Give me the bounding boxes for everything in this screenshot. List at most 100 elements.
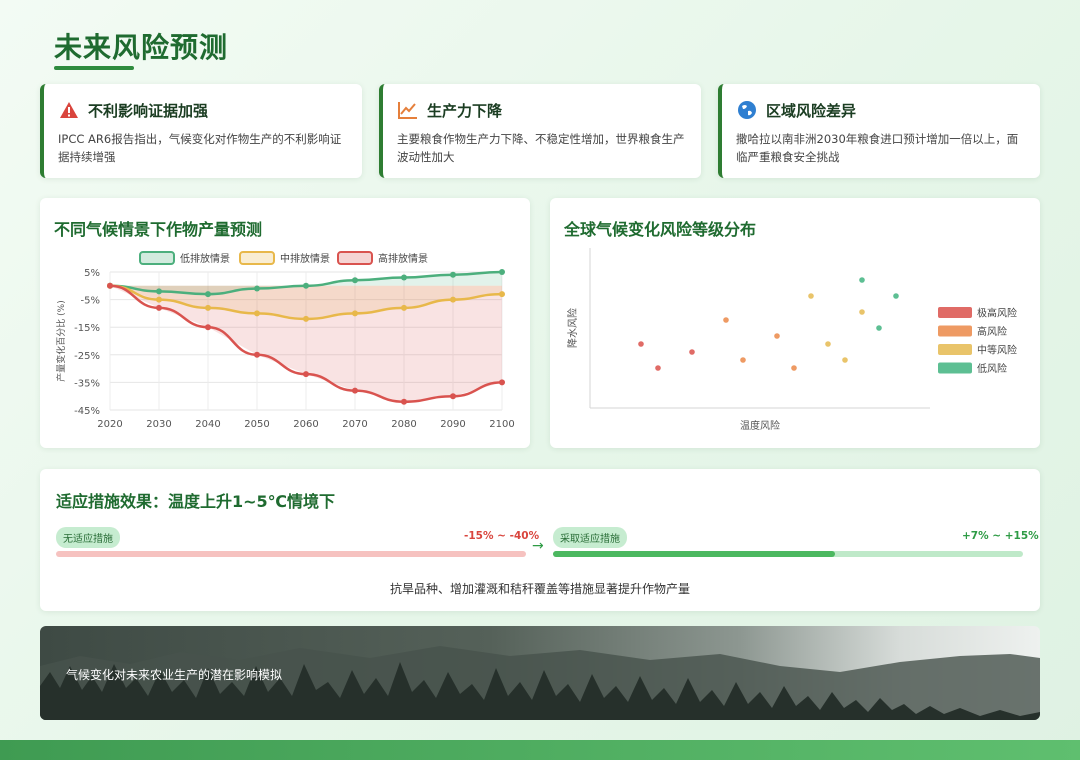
warning-icon [58, 99, 80, 121]
card-title: 生产力下降 [427, 101, 503, 120]
series-point [205, 291, 211, 298]
series-point [303, 371, 309, 378]
legend-swatch [337, 251, 373, 265]
with-adaptation-badge: 采取适应措施 [553, 527, 627, 548]
series-point [205, 304, 211, 311]
legend-label: 中等风险 [977, 344, 1017, 357]
x-tick-label: 2100 [489, 419, 514, 430]
scatter-point [808, 293, 814, 299]
series-point [352, 277, 358, 284]
scatter-point [825, 341, 831, 347]
scatter-point [859, 309, 865, 315]
x-tick-label: 2050 [244, 419, 269, 430]
series-point [352, 387, 358, 394]
legend-swatch [239, 251, 275, 265]
line-chart-card: 不同气候情景下作物产量预测 5% -5% -15% -25% -35% -45% 2020 2… [40, 198, 530, 448]
x-tick-label: 2040 [195, 419, 220, 430]
with-adaptation-bar-track [553, 551, 1023, 557]
y-tick-label: -45% [74, 406, 100, 417]
x-tick-label: 2070 [342, 419, 367, 430]
line-chart: 5% -5% -15% -25% -35% -45% 2020 2030 2040 2050 206… [55, 251, 515, 430]
series-point [401, 304, 407, 311]
no-adaptation-bar [56, 551, 526, 557]
y-axis-label: 产量变化百分比 (%) [55, 300, 67, 381]
scatter-point [893, 293, 899, 299]
y-tick-label: -5% [81, 296, 100, 307]
info-card-evidence: 不利影响证据加强 IPCC AR6报告指出，气候变化对作物生产的不利影响证据持续… [40, 84, 362, 178]
footer-bar [0, 740, 1080, 760]
series-point [303, 315, 309, 322]
series-point [254, 310, 260, 317]
series-point [450, 271, 456, 278]
scatter-point [774, 333, 780, 339]
legend-label: 高排放情景 [378, 252, 428, 265]
x-tick-label: 2090 [440, 419, 465, 430]
forest-banner-image: 气候变化对未来农业生产的潜在影响模拟 [40, 626, 1040, 720]
series-point [156, 288, 162, 295]
card-description: IPCC AR6报告指出，气候变化对作物生产的不利影响证据持续增强 [58, 132, 342, 164]
card-description: 主要粮食作物生产力下降、不稳定性增加，世界粮食生产波动性加大 [397, 132, 685, 164]
series-point [254, 351, 260, 358]
info-card-region: 区域风险差异 撒哈拉以南非洲2030年粮食进口预计增加一倍以上，面临严重粮食安全… [718, 84, 1040, 178]
card-description: 撒哈拉以南非洲2030年粮食进口预计增加一倍以上，面临严重粮食安全挑战 [736, 132, 1019, 164]
x-tick-label: 2030 [146, 419, 171, 430]
series-point [499, 379, 505, 386]
series-point [401, 398, 407, 405]
series-point [450, 393, 456, 400]
y-tick-label: -15% [74, 323, 100, 334]
series-point [352, 310, 358, 317]
legend-label: 低排放情景 [180, 252, 230, 265]
scatter-point [791, 365, 797, 371]
legend-label: 极高风险 [977, 307, 1017, 320]
y-tick-label: 5% [84, 268, 100, 279]
legend-swatch [938, 344, 972, 355]
globe-icon [736, 99, 758, 121]
series-point [499, 291, 505, 298]
adaptation-note: 抗旱品种、增加灌溉和秸秆覆盖等措施显著提升作物产量 [389, 582, 690, 596]
with-adaptation-range: +7% ~ +15% [962, 530, 1039, 542]
adaptation-title: 适应措施效果：温度上升1~5℃情境下 [56, 492, 336, 511]
scatter-point [876, 325, 882, 331]
scatter-point [638, 341, 644, 347]
legend-swatch [938, 307, 972, 318]
legend-label: 中排放情景 [280, 252, 330, 265]
no-adaptation-badge: 无适应措施 [56, 527, 120, 548]
legend-label: 低风险 [977, 362, 1007, 375]
series-point [205, 324, 211, 331]
info-card-productivity: 生产力下降 主要粮食作物生产力下降、不稳定性增加，世界粮食生产波动性加大 [379, 84, 701, 178]
title-underline [54, 66, 134, 70]
series-point [254, 285, 260, 292]
x-axis-label: 温度风险 [740, 419, 780, 432]
series-point [450, 296, 456, 303]
card-title: 不利影响证据加强 [88, 101, 209, 120]
scatter-point [655, 365, 661, 371]
x-tick-label: 2020 [97, 419, 122, 430]
y-tick-label: -25% [74, 351, 100, 362]
card-title: 区域风险差异 [766, 101, 857, 120]
page-title: 未来风险预测 [54, 31, 229, 64]
x-tick-label: 2080 [391, 419, 416, 430]
series-point [156, 296, 162, 303]
y-tick-label: -35% [74, 378, 100, 389]
series-point [156, 304, 162, 311]
banner-caption: 气候变化对未来农业生产的潜在影响模拟 [66, 668, 283, 682]
legend-label: 高风险 [977, 325, 1007, 338]
series-point [401, 274, 407, 281]
series-point [303, 282, 309, 289]
x-tick-label: 2060 [293, 419, 318, 430]
legend-swatch [938, 362, 972, 374]
with-adaptation-bar-fill [553, 551, 835, 557]
scatter-chart: 温度风险 降水风险 极高风险高风险中等风险低风险 [566, 248, 1017, 432]
scatter-point [859, 277, 865, 283]
scatter-point [723, 317, 729, 323]
scatter-point [842, 357, 848, 363]
trend-chart-icon [397, 99, 419, 121]
y-axis-label: 降水风险 [566, 308, 579, 348]
series-point [499, 269, 505, 275]
legend-swatch [938, 325, 972, 337]
arrow-right-icon: → [532, 538, 544, 554]
scatter-point [740, 357, 746, 363]
scatter-point [689, 349, 695, 355]
no-adaptation-range: -15% ~ -40% [464, 530, 540, 542]
legend-swatch [139, 251, 175, 265]
